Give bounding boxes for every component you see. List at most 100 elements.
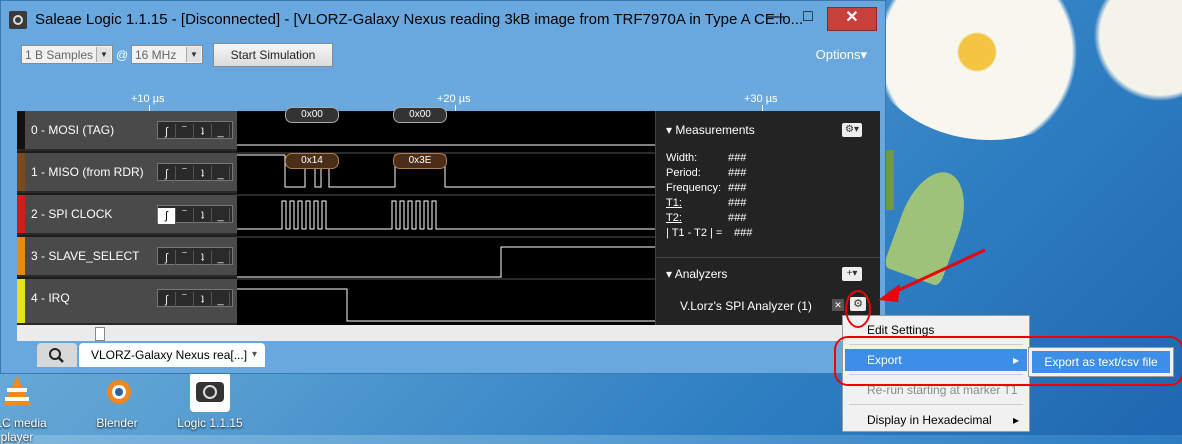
measurement-row: Period: ###	[666, 166, 752, 181]
samples-select[interactable]: 1 B Samples ▼	[21, 45, 113, 64]
mosi-bubble[interactable]: 0x00	[393, 107, 447, 123]
toolbar: 1 B Samples ▼ @ 16 MHz ▼ Start Simulatio…	[17, 41, 879, 71]
channel-label: 0 - MOSI (TAG)	[31, 123, 115, 137]
trigger-edge-icon[interactable]: ʃ	[158, 124, 176, 140]
samples-value: 1 B Samples	[25, 48, 94, 62]
options-menu[interactable]: Options▾	[816, 47, 867, 63]
measurement-key: Period:	[666, 167, 701, 179]
chevron-down-icon[interactable]: ▾	[252, 343, 257, 367]
desktop-icon-logic[interactable]: Logic 1.1.15	[175, 372, 245, 430]
blender-icon	[97, 372, 137, 412]
annotation-circle-gear	[845, 290, 871, 328]
analyzers-header[interactable]: ▾ Analyzers	[666, 267, 727, 281]
trigger-edge-icon[interactable]: ʃ	[158, 292, 176, 308]
measurement-value: ###	[728, 167, 747, 179]
measurements-list: Width: ### Period: ### Frequency: ### T1: ##…	[666, 151, 752, 241]
measurement-row: | T1 - T2 | = ###	[666, 226, 752, 241]
bubble-text: 0x3E	[408, 155, 432, 166]
title-bar[interactable]: Saleae Logic 1.1.15 - [Disconnected] - […	[1, 1, 885, 39]
channel-row-2[interactable]: 2 - SPI CLOCK ʃ ‾ ʇ _	[17, 195, 237, 235]
trigger-edge-icon[interactable]: ʃ	[158, 166, 176, 182]
close-button[interactable]: ✕	[827, 7, 877, 31]
measurement-key: Frequency:	[666, 182, 722, 194]
channel-row-4[interactable]: 4 - IRQ ʃ ‾ ʇ _	[17, 279, 237, 325]
tab-document[interactable]: VLORZ-Galaxy Nexus rea[...] ▾	[79, 343, 265, 367]
measurement-key[interactable]: T1:	[666, 196, 728, 211]
trigger-buttons[interactable]: ʃ ‾ ʇ _	[157, 205, 233, 224]
waveform-area[interactable]: 0x00 0x00 0x14 0x3E	[237, 107, 655, 325]
channel-row-0[interactable]: 0 - MOSI (TAG) ʃ ‾ ʇ _	[17, 111, 237, 151]
trigger-buttons[interactable]: ʃ ‾ ʇ _	[157, 289, 233, 308]
trigger-buttons[interactable]: ʃ ‾ ʇ _	[157, 163, 233, 182]
measurement-key[interactable]: T2:	[666, 211, 728, 226]
side-panel: ▾ Measurements ⚙▾ Width: ### Period: ### F…	[655, 111, 880, 325]
trigger-high-icon[interactable]: ‾	[176, 166, 194, 182]
time-ruler: +10 µs +20 µs +30 µs	[17, 79, 879, 111]
channel-label: 1 - MISO (from RDR)	[31, 165, 144, 179]
trigger-edge-icon[interactable]: ʃ	[158, 208, 176, 224]
mosi-bubble[interactable]: 0x00	[285, 107, 339, 123]
irq-trace	[237, 288, 655, 322]
trigger-high-icon[interactable]: ‾	[176, 124, 194, 140]
collapse-icon: ▾	[666, 123, 676, 137]
desktop-icon-blender[interactable]: Blender	[82, 372, 152, 430]
trigger-high-icon[interactable]: ‾	[176, 208, 194, 224]
trigger-low-icon[interactable]: _	[212, 166, 230, 182]
trigger-fall-icon[interactable]: ʇ	[194, 166, 212, 182]
vlc-icon	[0, 372, 37, 412]
waveform-svg	[237, 144, 655, 322]
measurement-value: ###	[728, 182, 747, 194]
rate-select[interactable]: 16 MHz ▼	[131, 45, 203, 64]
analyzer-item[interactable]: V.Lorz's SPI Analyzer (1)	[680, 299, 812, 313]
miso-bubble[interactable]: 0x3E	[393, 153, 447, 169]
scroll-thumb[interactable]	[95, 327, 105, 341]
desktop-icon-vlc[interactable]: VLC media player	[0, 372, 52, 444]
remove-analyzer-icon[interactable]: ✕	[832, 299, 844, 311]
trigger-low-icon[interactable]: _	[212, 124, 230, 140]
trigger-low-icon[interactable]: _	[212, 250, 230, 266]
trigger-low-icon[interactable]: _	[212, 208, 230, 224]
menu-item-label: Display in Hexadecimal	[867, 413, 992, 427]
trigger-buttons[interactable]: ʃ ‾ ʇ _	[157, 247, 233, 266]
channel-row-1[interactable]: 1 - MISO (from RDR) ʃ ‾ ʇ _	[17, 153, 237, 193]
trigger-fall-icon[interactable]: ʇ	[194, 292, 212, 308]
miso-bubble[interactable]: 0x14	[285, 153, 339, 169]
start-simulation-button[interactable]: Start Simulation	[213, 43, 333, 67]
capture-panel: +10 µs +20 µs +30 µs 0 - MOSI (TAG) ʃ ‾ ʇ _…	[17, 79, 880, 341]
add-analyzer-icon[interactable]: +▾	[842, 267, 862, 281]
ruler-tick: +10 µs	[131, 93, 165, 105]
ruler-tick: +30 µs	[744, 93, 778, 105]
ruler-tick: +20 µs	[437, 93, 471, 105]
channel-row-3[interactable]: 3 - SLAVE_SELECT ʃ ‾ ʇ _	[17, 237, 237, 277]
minimize-button[interactable]: —	[761, 7, 791, 29]
trigger-high-icon[interactable]: ‾	[176, 292, 194, 308]
trigger-low-icon[interactable]: _	[212, 292, 230, 308]
menu-separator	[849, 404, 1023, 405]
horizontal-scrollbar[interactable]	[17, 325, 879, 341]
trigger-fall-icon[interactable]: ʇ	[194, 250, 212, 266]
measurement-row: T2: ###	[666, 211, 752, 226]
trigger-high-icon[interactable]: ‾	[176, 250, 194, 266]
measurement-value: ###	[728, 212, 747, 224]
search-icon	[49, 348, 64, 363]
trigger-fall-icon[interactable]: ʇ	[194, 208, 212, 224]
chevron-down-icon: ▼	[186, 47, 201, 62]
channel-color	[17, 195, 25, 233]
measurement-value: ###	[728, 152, 747, 164]
measurements-header[interactable]: ▾ Measurements	[666, 123, 755, 137]
trigger-fall-icon[interactable]: ʇ	[194, 124, 212, 140]
trigger-buttons[interactable]: ʃ ‾ ʇ _	[157, 121, 233, 140]
measurement-row: T1: ###	[666, 196, 752, 211]
maximize-button[interactable]: □	[793, 7, 823, 29]
measurements-gear-icon[interactable]: ⚙▾	[842, 123, 862, 137]
measurement-row: Frequency: ###	[666, 181, 752, 196]
trigger-edge-icon[interactable]: ʃ	[158, 250, 176, 266]
channel-color	[17, 111, 25, 149]
measurement-value: ###	[728, 197, 747, 209]
menu-item-display-hex[interactable]: Display in Hexadecimal ▸	[845, 409, 1027, 431]
channel-color	[17, 153, 25, 191]
search-tab[interactable]	[37, 343, 77, 367]
app-icon	[9, 11, 27, 29]
annotation-ring-export	[834, 336, 1182, 386]
tab-bar: VLORZ-Galaxy Nexus rea[...] ▾	[17, 341, 879, 371]
